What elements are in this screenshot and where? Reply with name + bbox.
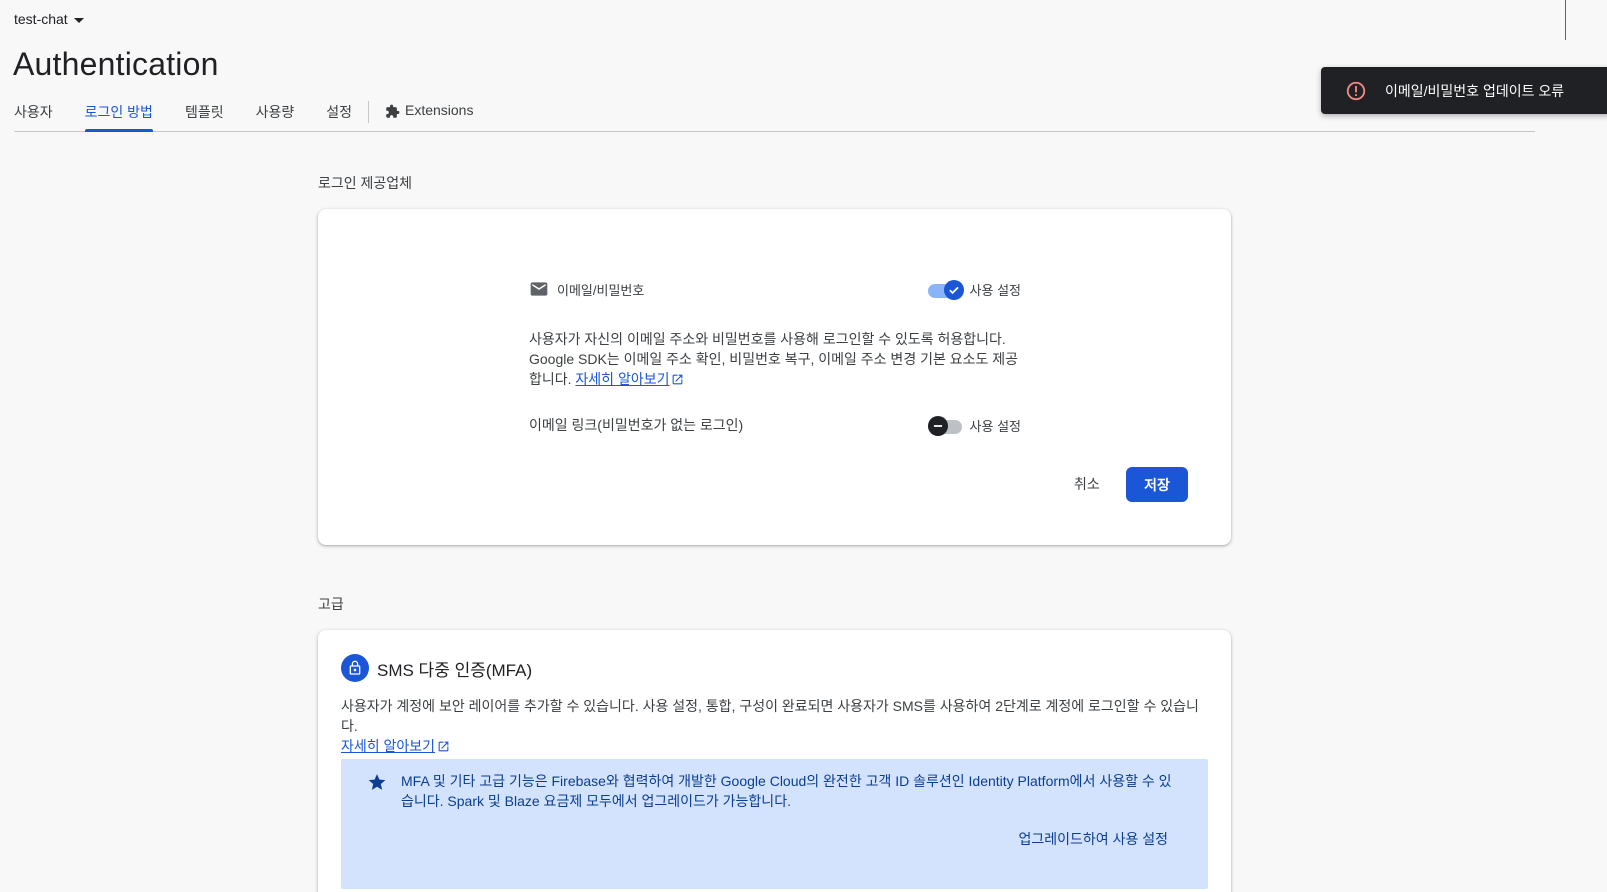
tab-usage[interactable]: 사용량 <box>256 96 295 131</box>
email-link-toggle[interactable] <box>927 414 964 436</box>
save-button[interactable]: 저장 <box>1126 467 1188 502</box>
open-in-new-icon <box>673 374 683 385</box>
advanced-section-label: 고급 <box>318 596 344 612</box>
providers-section-label: 로그인 제공업체 <box>318 175 413 191</box>
provider-row: 이메일/비밀번호 사용 설정 <box>529 278 1021 300</box>
provider-description: 사용자가 자신의 이메일 주소와 비밀번호를 사용해 로그인할 수 있도록 허용… <box>529 329 1029 389</box>
mfa-learn-more-label: 자세히 알아보기 <box>341 738 436 754</box>
mfa-description-text: 사용자가 계정에 보안 레이어를 추가할 수 있습니다. 사용 설정, 통합, … <box>341 698 1199 734</box>
toast-message: 이메일/비밀번호 업데이트 오류 <box>1385 82 1565 99</box>
tab-extensions-label: Extensions <box>404 102 474 118</box>
page-title: Authentication <box>13 46 219 82</box>
page-root: test-chat Authentication 사용자 로그인 방법 템플릿 … <box>0 0 1607 892</box>
tab-divider <box>367 101 369 123</box>
mfa-title: SMS 다중 인증(MFA) <box>377 660 533 680</box>
toggle-knob <box>943 280 964 300</box>
tab-sign-in-method[interactable]: 로그인 방법 <box>84 96 154 132</box>
cancel-button[interactable]: 취소 <box>1058 467 1116 501</box>
provider-edit-card: 이메일/비밀번호 사용 설정 사용자가 자신의 이메일 주소와 비밀번호를 사용… <box>318 209 1231 545</box>
toggle-knob <box>927 416 948 436</box>
upgrade-enable-link[interactable]: 업그레이드하여 사용 설정 <box>1019 829 1168 849</box>
star-icon <box>368 774 386 790</box>
provider-name: 이메일/비밀번호 <box>557 282 645 298</box>
email-link-toggle-group: 사용 설정 <box>927 414 1021 436</box>
email-password-toggle-group: 사용 설정 <box>927 278 1021 300</box>
project-switcher[interactable]: test-chat <box>14 11 84 27</box>
tab-users[interactable]: 사용자 <box>14 96 53 131</box>
learn-more-label: 자세히 알아보기 <box>575 371 670 387</box>
tab-bar: 사용자 로그인 방법 템플릿 사용량 설정 Extensions <box>14 96 1535 132</box>
learn-more-link[interactable]: 자세히 알아보기 <box>575 371 684 387</box>
check-icon <box>948 286 959 295</box>
mfa-header: SMS 다중 인증(MFA) <box>341 654 532 682</box>
lock-glyph <box>349 660 361 675</box>
error-icon <box>1346 81 1366 100</box>
tab-templates[interactable]: 템플릿 <box>185 96 224 131</box>
mfa-description: 사용자가 계정에 보안 레이어를 추가할 수 있습니다. 사용 설정, 통합, … <box>341 696 1211 756</box>
project-name: test-chat <box>14 11 68 27</box>
scrollbar-edge <box>1565 0 1566 40</box>
upgrade-promo-banner: MFA 및 기타 고급 기능은 Firebase와 협력하여 개발한 Googl… <box>341 759 1208 889</box>
tab-extensions[interactable]: Extensions <box>385 96 473 131</box>
email-password-toggle[interactable] <box>927 278 964 300</box>
email-link-row: 이메일 링크(비밀번호가 없는 로그인) 사용 설정 <box>529 414 1021 436</box>
mfa-learn-more-link[interactable]: 자세히 알아보기 <box>341 738 450 754</box>
tab-settings[interactable]: 설정 <box>326 96 352 131</box>
error-toast: 이메일/비밀번호 업데이트 오류 <box>1321 67 1607 114</box>
dropdown-arrow-icon <box>73 17 84 23</box>
mfa-card: SMS 다중 인증(MFA) 사용자가 계정에 보안 레이어를 추가할 수 있습… <box>318 630 1231 892</box>
lock-icon <box>341 654 369 682</box>
email-password-enable-label: 사용 설정 <box>969 282 1021 298</box>
open-in-new-icon <box>438 741 449 752</box>
promo-text: MFA 및 기타 고급 기능은 Firebase와 협력하여 개발한 Googl… <box>401 773 1172 809</box>
minus-icon <box>933 425 942 427</box>
extensions-puzzle-icon <box>386 104 400 118</box>
email-link-label: 이메일 링크(비밀번호가 없는 로그인) <box>529 417 744 433</box>
mail-icon <box>530 282 548 296</box>
email-link-enable-label: 사용 설정 <box>969 418 1021 434</box>
